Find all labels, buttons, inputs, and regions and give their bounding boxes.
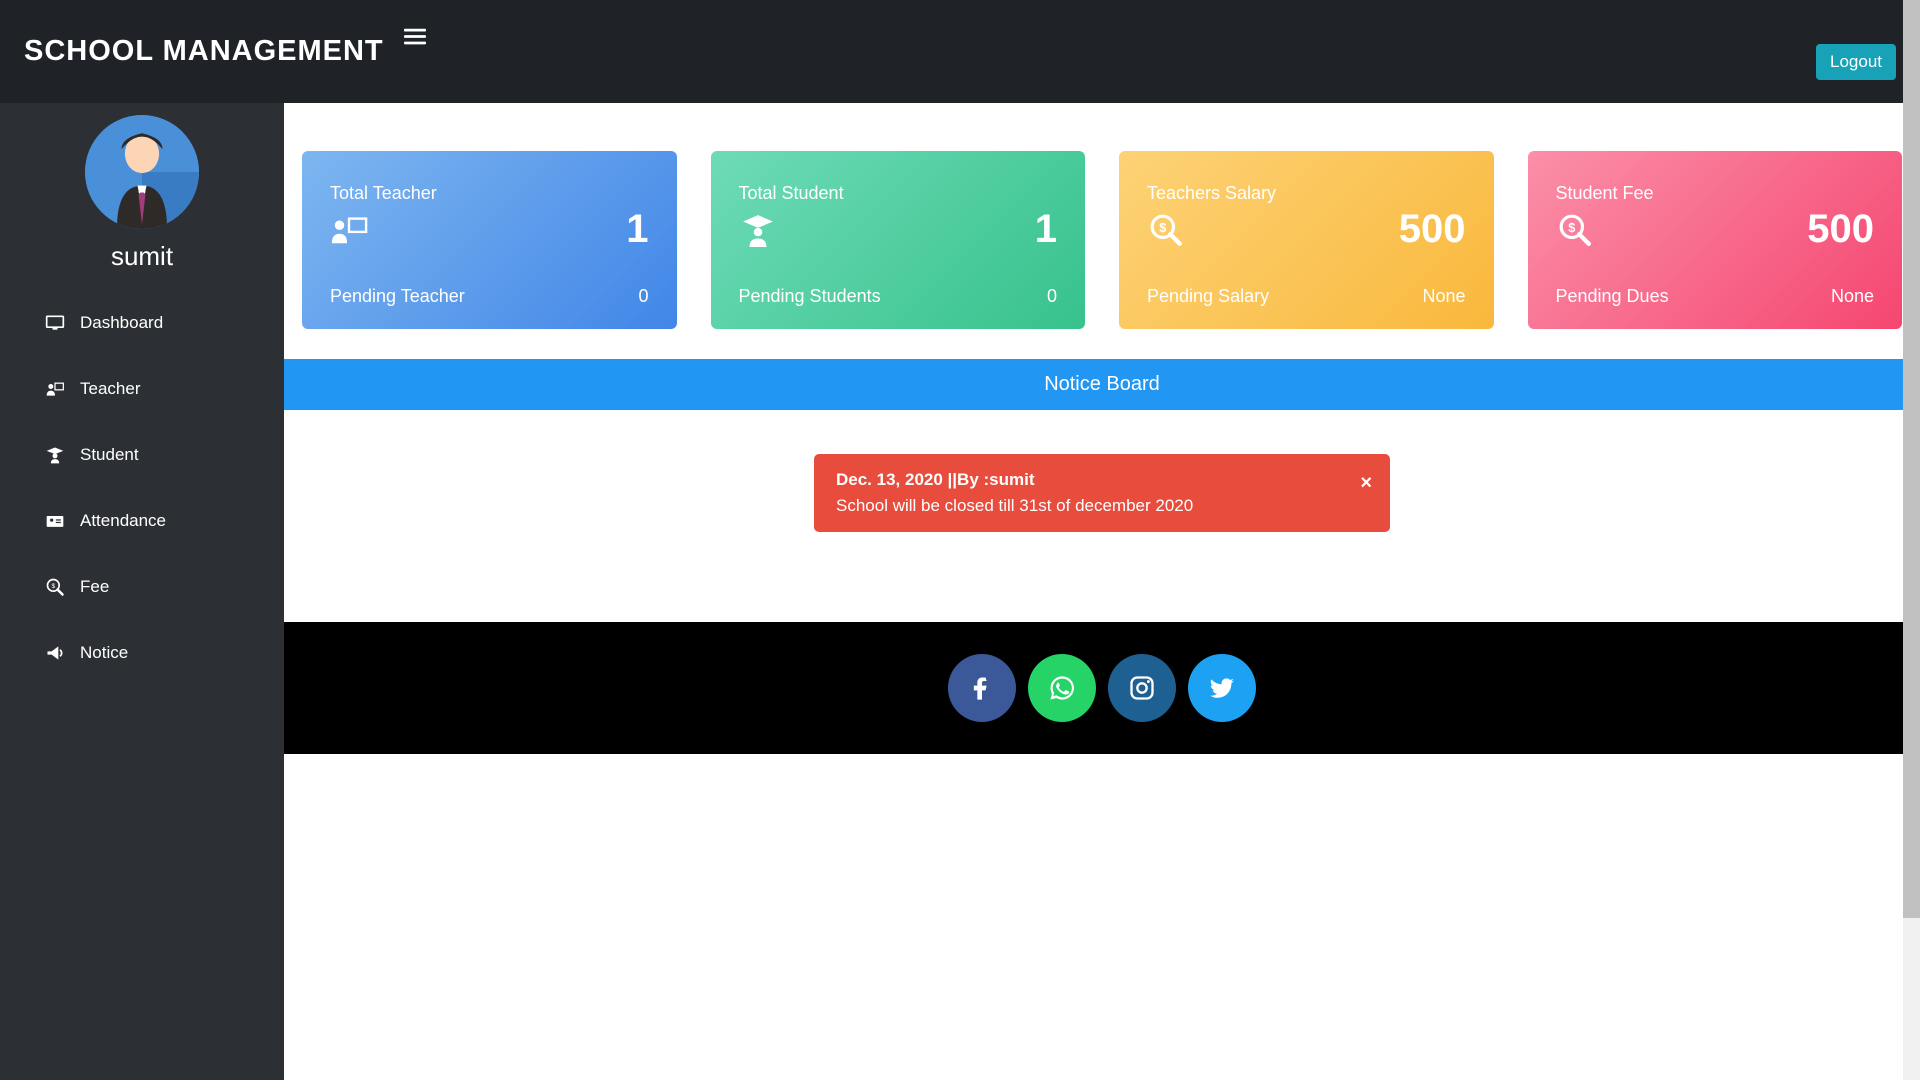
scrollbar[interactable] [1903,0,1920,1080]
sidebar-item-label: Student [80,445,139,465]
twitter-icon[interactable] [1188,654,1256,722]
avatar [85,115,199,229]
card-total-teacher[interactable]: Total Teacher 1 Pending Teacher 0 [302,151,677,329]
card-sub-value: None [1831,286,1874,307]
card-sub-label: Pending Salary [1147,286,1269,307]
sidebar-item-dashboard[interactable]: Dashboard [0,290,284,356]
search-dollar-icon: $ [1556,213,1594,252]
header: SCHOOL MANAGEMENT Logout [0,0,1920,103]
app-title: SCHOOL MANAGEMENT [24,35,384,68]
graduate-icon [44,444,66,466]
card-value: 1 [1035,207,1057,252]
sidebar-item-label: Fee [80,577,109,597]
card-total-student[interactable]: Total Student 1 Pending Students 0 [711,151,1086,329]
card-title: Total Student [739,183,1058,204]
search-dollar-icon: $ [44,576,66,598]
sidebar-item-teacher[interactable]: Teacher [0,356,284,422]
sidebar: sumit Dashboard Teacher Student [0,103,284,1080]
username: sumit [0,241,284,272]
sidebar-item-notice[interactable]: Notice [0,620,284,686]
whatsapp-icon[interactable] [1028,654,1096,722]
card-title: Teachers Salary [1147,183,1466,204]
notice-text: School will be closed till 31st of decem… [836,496,1368,516]
teacher-icon [44,378,66,400]
notice-meta: Dec. 13, 2020 ||By :sumit [836,470,1368,490]
footer [284,622,1920,754]
profile-section: sumit [0,115,284,290]
card-sub-value: None [1422,286,1465,307]
card-value: 500 [1399,207,1466,252]
card-title: Student Fee [1556,183,1875,204]
teacher-icon [330,213,368,252]
card-student-fee[interactable]: Student Fee $ 500 Pending Dues None [1528,151,1903,329]
card-sub-label: Pending Dues [1556,286,1669,307]
hamburger-menu-icon[interactable] [404,26,426,53]
svg-text:$: $ [1159,220,1166,235]
card-teachers-salary[interactable]: Teachers Salary $ 500 Pending Salary Non… [1119,151,1494,329]
sidebar-item-fee[interactable]: $ Fee [0,554,284,620]
sidebar-item-label: Dashboard [80,313,163,333]
main-content: Total Teacher 1 Pending Teacher 0 Total … [284,103,1920,1080]
sidebar-item-label: Attendance [80,511,166,531]
monitor-icon [44,312,66,334]
card-value: 500 [1807,207,1874,252]
logout-button[interactable]: Logout [1816,44,1896,80]
svg-text:$: $ [51,583,55,590]
notice-board-heading: Notice Board [284,359,1920,410]
sidebar-item-label: Notice [80,643,128,663]
sidebar-item-student[interactable]: Student [0,422,284,488]
card-sub-label: Pending Teacher [330,286,465,307]
card-value: 1 [626,207,648,252]
search-dollar-icon: $ [1147,213,1185,252]
graduate-icon [739,213,777,252]
card-title: Total Teacher [330,183,649,204]
notice-alert: Dec. 13, 2020 ||By :sumit School will be… [814,454,1390,532]
card-sub-value: 0 [1047,286,1057,307]
sidebar-item-attendance[interactable]: Attendance [0,488,284,554]
card-sub-label: Pending Students [739,286,881,307]
facebook-icon[interactable] [948,654,1016,722]
svg-text:$: $ [1568,220,1575,235]
card-sub-value: 0 [638,286,648,307]
bullhorn-icon [44,642,66,664]
sidebar-item-label: Teacher [80,379,140,399]
close-icon[interactable]: × [1360,472,1372,495]
id-card-icon [44,510,66,532]
instagram-icon[interactable] [1108,654,1176,722]
